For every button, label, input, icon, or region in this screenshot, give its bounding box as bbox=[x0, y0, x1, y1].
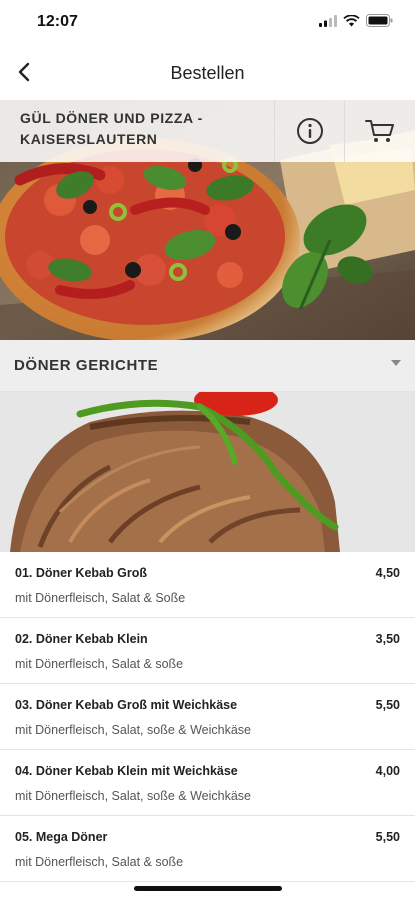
menu-item-price: 5,50 bbox=[375, 830, 400, 844]
menu-item[interactable]: 02. Döner Kebab Klein 3,50 mit Dönerflei… bbox=[0, 618, 415, 684]
status-bar: 12:07 bbox=[0, 0, 415, 46]
menu-item-name: 05. Mega Döner bbox=[15, 830, 108, 844]
category-header[interactable]: DÖNER GERICHTE bbox=[0, 340, 415, 392]
restaurant-name-line2: KAISERSLAUTERN bbox=[20, 131, 158, 147]
info-button[interactable] bbox=[275, 100, 345, 162]
menu-item-description: mit Dönerfleisch, Salat & soße bbox=[15, 657, 184, 671]
cart-icon bbox=[365, 120, 394, 142]
menu-item-name: 03. Döner Kebab Groß mit Weichkäse bbox=[15, 698, 238, 712]
menu-item-description: mit Dönerfleisch, Salat, soße & Weichkäs… bbox=[15, 789, 251, 803]
status-icons bbox=[319, 14, 393, 27]
menu-item[interactable]: 03. Döner Kebab Groß mit Weichkäse 5,50 … bbox=[0, 684, 415, 750]
restaurant-header: GÜL DÖNER UND PIZZA - KAISERSLAUTERN bbox=[0, 100, 415, 162]
restaurant-name: GÜL DÖNER UND PIZZA - KAISERSLAUTERN bbox=[0, 100, 275, 162]
menu-item-price: 4,50 bbox=[375, 566, 400, 580]
caret-down-icon bbox=[391, 360, 401, 366]
menu-item-price: 5,50 bbox=[375, 698, 400, 712]
home-indicator[interactable] bbox=[134, 886, 282, 891]
category-title: DÖNER GERICHTE bbox=[14, 357, 159, 374]
restaurant-name-line1: GÜL DÖNER UND PIZZA - bbox=[20, 110, 203, 126]
menu-item-description: mit Dönerfleisch, Salat & soße bbox=[15, 855, 184, 869]
cart-button[interactable] bbox=[345, 100, 415, 162]
menu-item[interactable]: 05. Mega Döner 5,50 mit Dönerfleisch, Sa… bbox=[0, 816, 415, 882]
menu-item-name: 04. Döner Kebab Klein mit Weichkäse bbox=[15, 764, 238, 778]
status-time: 12:07 bbox=[37, 13, 78, 30]
info-icon bbox=[296, 118, 323, 144]
menu-item[interactable]: 01. Döner Kebab Groß 4,50 mit Dönerfleis… bbox=[0, 552, 415, 618]
page-title: Bestellen bbox=[170, 63, 245, 83]
menu-list: 01. Döner Kebab Groß 4,50 mit Dönerfleis… bbox=[0, 552, 415, 882]
menu-item-name: 01. Döner Kebab Groß bbox=[15, 566, 147, 580]
menu-item-price: 3,50 bbox=[375, 632, 400, 646]
navigation-bar: Bestellen bbox=[0, 46, 415, 100]
menu-item[interactable]: 04. Döner Kebab Klein mit Weichkäse 4,00… bbox=[0, 750, 415, 816]
battery-icon bbox=[366, 14, 393, 27]
wifi-icon bbox=[343, 14, 360, 26]
menu-item-description: mit Dönerfleisch, Salat, soße & Weichkäs… bbox=[15, 723, 251, 737]
category-image bbox=[0, 392, 415, 552]
menu-item-name: 02. Döner Kebab Klein bbox=[15, 632, 148, 646]
menu-item-description: mit Dönerfleisch, Salat & Soße bbox=[15, 591, 186, 605]
signal-icon bbox=[319, 14, 337, 27]
menu-item-price: 4,00 bbox=[375, 764, 400, 778]
